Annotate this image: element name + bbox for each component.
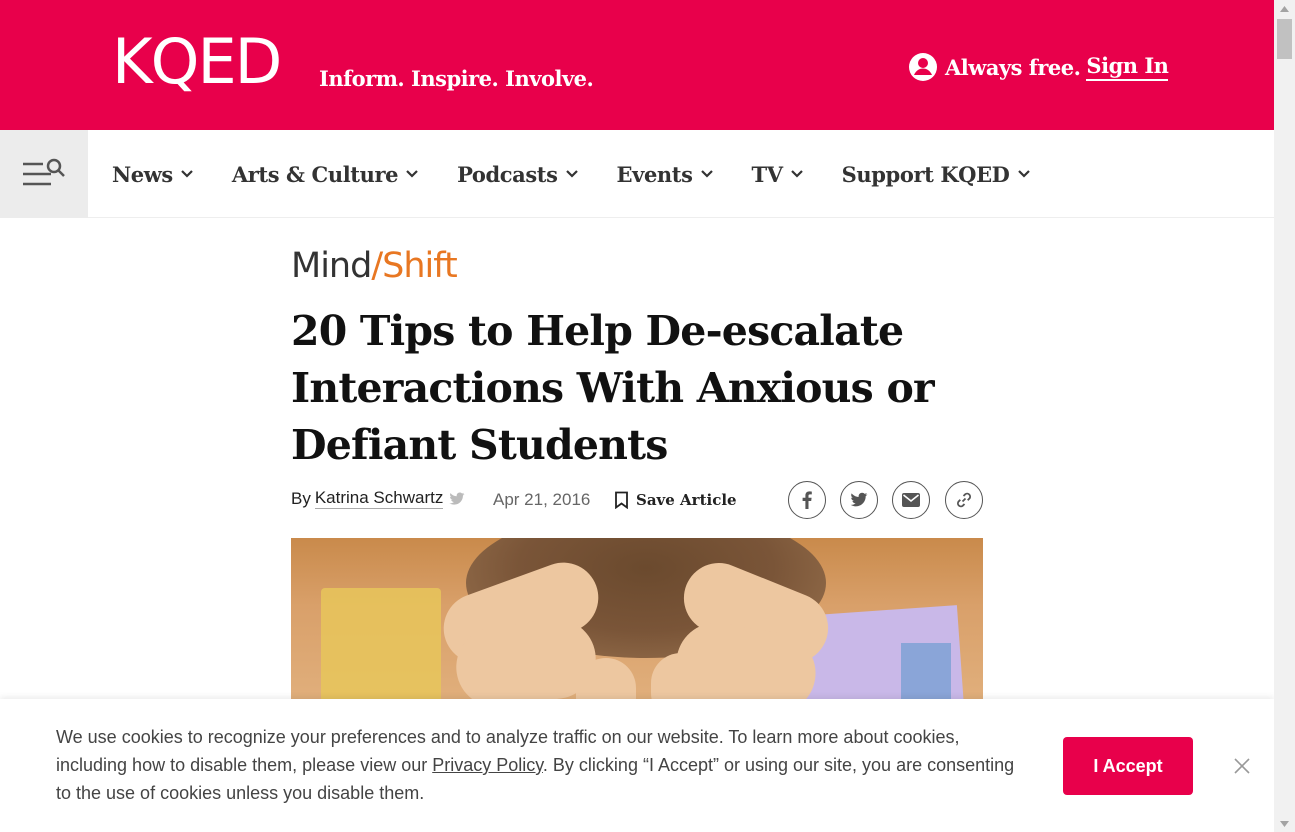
save-article-button[interactable]: Save Article: [614, 491, 737, 509]
chevron-down-icon: [406, 170, 418, 178]
always-free-text: Always free.: [945, 54, 1081, 80]
menu-search-button[interactable]: [0, 130, 88, 218]
share-email-button[interactable]: [892, 481, 930, 519]
chevron-down-icon: [700, 170, 713, 178]
user-icon[interactable]: [908, 52, 938, 82]
share-link-button[interactable]: [945, 481, 983, 519]
cookie-text: We use cookies to recognize your prefere…: [56, 723, 1016, 807]
chevron-down-icon: [565, 170, 578, 178]
nav-tv[interactable]: TV: [752, 162, 804, 187]
chevron-down-icon: [181, 170, 193, 178]
accept-cookies-button[interactable]: I Accept: [1063, 737, 1193, 795]
article-title: 20 Tips to Help De-escalate Interactions…: [291, 307, 935, 469]
share-facebook-button[interactable]: [788, 481, 826, 519]
byline-prefix: By: [291, 488, 311, 508]
nav-podcasts-label: Podcasts: [457, 161, 558, 187]
kqed-logo[interactable]: KQED: [112, 30, 282, 94]
chevron-down-icon: [1017, 170, 1030, 178]
nav-news[interactable]: News: [112, 162, 194, 187]
scroll-down-arrow-icon[interactable]: [1274, 815, 1295, 832]
nav-news-label: News: [112, 161, 173, 187]
mindshift-logo-mind: Mind: [291, 246, 372, 286]
save-article-label: Save Article: [636, 491, 737, 509]
mindshift-logo-slash: /: [371, 246, 383, 286]
chevron-down-icon: [790, 170, 803, 178]
byline: By Katrina Schwartz: [291, 488, 465, 509]
email-icon: [902, 493, 920, 507]
nav-tv-label: TV: [751, 161, 784, 187]
article-hero-image: [291, 538, 983, 708]
bookmark-icon: [615, 491, 628, 509]
publish-date: Apr 21, 2016: [493, 490, 591, 509]
mindshift-logo[interactable]: Mind/Shift: [291, 246, 458, 286]
twitter-bird-icon[interactable]: [449, 492, 465, 506]
nav-support-kqed-label: Support KQED: [841, 161, 1010, 187]
nav-events-label: Events: [616, 161, 693, 187]
scroll-up-arrow-icon[interactable]: [1274, 0, 1295, 17]
close-icon[interactable]: [1231, 755, 1253, 777]
nav-podcasts[interactable]: Podcasts: [457, 162, 578, 187]
sign-in-link[interactable]: Sign In: [1086, 53, 1169, 81]
nav-arts-culture[interactable]: Arts & Culture: [232, 162, 419, 187]
nav-support-kqed[interactable]: Support KQED: [842, 162, 1031, 187]
link-icon: [957, 492, 971, 508]
menu-search-icon: [23, 158, 65, 186]
nav-events[interactable]: Events: [617, 162, 714, 187]
main-nav: News Arts & Culture Podcasts Events TV S…: [0, 130, 1274, 218]
twitter-icon: [850, 492, 868, 507]
mindshift-logo-shift: Shift: [382, 246, 458, 286]
share-twitter-button[interactable]: [840, 481, 878, 519]
author-link[interactable]: Katrina Schwartz: [314, 488, 444, 509]
cookie-banner: We use cookies to recognize your prefere…: [0, 699, 1274, 832]
site-header: KQED Inform. Inspire. Involve. Always fr…: [0, 0, 1274, 130]
scrollbar-thumb[interactable]: [1277, 19, 1292, 59]
facebook-icon: [802, 491, 812, 509]
vertical-scrollbar[interactable]: [1274, 0, 1295, 832]
nav-arts-culture-label: Arts & Culture: [231, 161, 399, 187]
tagline: Inform. Inspire. Involve.: [319, 66, 594, 91]
sign-in-area: Always free. Sign In: [908, 52, 1169, 82]
privacy-policy-link[interactable]: Privacy Policy: [432, 755, 543, 775]
